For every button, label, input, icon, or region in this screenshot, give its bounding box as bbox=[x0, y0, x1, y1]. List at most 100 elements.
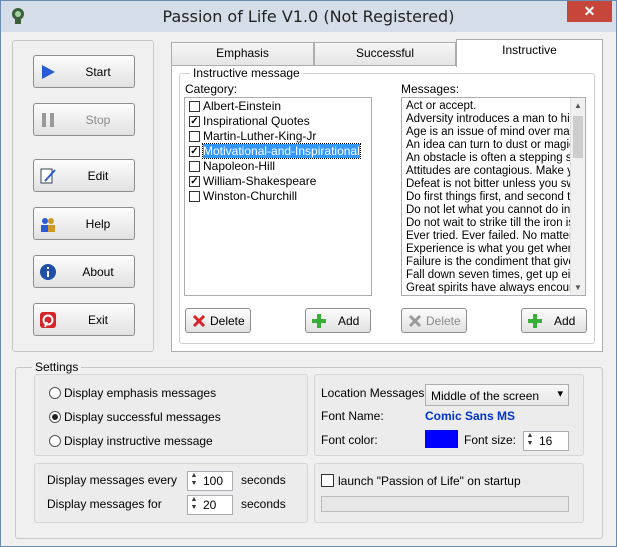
message-item[interactable]: Do not wait to strike till the iron is h bbox=[402, 217, 570, 230]
start-button[interactable]: Start bbox=[33, 55, 135, 88]
category-checkbox[interactable]: ✓ bbox=[189, 116, 200, 127]
scroll-up-icon[interactable]: ▲ bbox=[574, 101, 582, 110]
scroll-down-icon[interactable]: ▼ bbox=[574, 283, 582, 292]
delete-icon bbox=[408, 314, 422, 328]
location-label: Location Messages: bbox=[321, 386, 428, 400]
category-item[interactable]: Napoleon-Hill bbox=[185, 159, 371, 174]
message-item[interactable]: Age is an issue of mind over matte bbox=[402, 126, 570, 139]
about-label: About bbox=[82, 265, 114, 279]
edit-label: Edit bbox=[87, 169, 109, 183]
progress-bar bbox=[321, 496, 569, 512]
help-button[interactable]: Help bbox=[33, 207, 135, 240]
startup-checkbox[interactable] bbox=[321, 474, 334, 487]
messages-list[interactable]: Act or accept. Adversity introduces a ma… bbox=[401, 97, 586, 296]
location-select[interactable]: Middle of the screen ▾ bbox=[425, 384, 569, 406]
radio-emphasis-label: Display emphasis messages bbox=[64, 386, 217, 400]
category-item[interactable]: Martin-Luther-King-Jr bbox=[185, 129, 371, 144]
startup-group bbox=[314, 463, 584, 523]
radio-successful[interactable] bbox=[49, 411, 61, 423]
exit-label: Exit bbox=[87, 313, 108, 327]
category-add-button[interactable]: Add bbox=[305, 308, 371, 333]
start-label: Start bbox=[85, 65, 111, 79]
instructive-tab-page: Instructive message Category: Messages: … bbox=[171, 65, 603, 352]
category-delete-label: Delete bbox=[210, 314, 245, 328]
stop-label: Stop bbox=[85, 113, 111, 127]
exit-button[interactable]: Exit bbox=[33, 303, 135, 336]
tab-successful[interactable]: Successful bbox=[314, 42, 456, 65]
category-checkbox[interactable] bbox=[189, 191, 200, 202]
tab-instructive[interactable]: Instructive bbox=[456, 39, 603, 67]
instructive-group-title: Instructive message bbox=[190, 66, 303, 80]
about-button[interactable]: About bbox=[33, 255, 135, 288]
message-item[interactable]: Great spirits have always encounte bbox=[402, 282, 570, 295]
font-name-label: Font Name: bbox=[321, 409, 384, 423]
category-item[interactable]: Winston-Churchill bbox=[185, 189, 371, 204]
every-stepper[interactable]: ▲ ▼ 100 bbox=[187, 471, 233, 491]
app-window: Passion of Life V1.0 (Not Registered) ✕ … bbox=[0, 0, 617, 547]
message-item[interactable]: Do first things first, and second thi bbox=[402, 191, 570, 204]
category-checkbox[interactable] bbox=[189, 161, 200, 172]
radio-instructive[interactable] bbox=[49, 435, 61, 447]
category-checkbox[interactable]: ✓ bbox=[189, 146, 200, 157]
category-item[interactable]: ✓ Inspirational Quotes bbox=[185, 114, 371, 129]
category-item[interactable]: ✓ Motivational-and-Inspirational bbox=[185, 143, 371, 159]
category-item-label: Motivational-and-Inspirational bbox=[202, 143, 361, 159]
font-color-label: Font color: bbox=[321, 433, 378, 447]
category-checkbox[interactable]: ✓ bbox=[189, 176, 200, 187]
stop-button[interactable]: Stop bbox=[33, 103, 135, 136]
font-size-stepper[interactable]: ▲ ▼ 16 bbox=[523, 431, 569, 451]
scroll-thumb[interactable] bbox=[573, 116, 583, 158]
font-color-swatch[interactable] bbox=[425, 430, 458, 448]
settings-title: Settings bbox=[32, 360, 82, 374]
radio-emphasis[interactable] bbox=[49, 387, 61, 399]
category-item[interactable]: ✓ William-Shakespeare bbox=[185, 174, 371, 189]
message-item[interactable]: An idea can turn to dust or magic, bbox=[402, 139, 570, 152]
message-item[interactable]: Ever tried. Ever failed. No matter. bbox=[402, 230, 570, 243]
category-item-label: Napoleon-Hill bbox=[203, 159, 276, 173]
category-checkbox[interactable] bbox=[189, 101, 200, 112]
edit-button[interactable]: Edit bbox=[33, 159, 135, 192]
message-item[interactable]: Fall down seven times, get up eigh bbox=[402, 269, 570, 282]
timing-group bbox=[34, 463, 308, 523]
tab-emphasis[interactable]: Emphasis bbox=[171, 42, 314, 65]
exit-icon bbox=[40, 312, 56, 328]
stepper-arrows-icon[interactable]: ▲ ▼ bbox=[524, 432, 536, 450]
message-add-button[interactable]: Add bbox=[521, 308, 587, 333]
category-list[interactable]: Albert-Einstein ✓ Inspirational Quotes Ma… bbox=[184, 97, 372, 296]
help-icon bbox=[41, 218, 55, 232]
location-select-value: Middle of the screen bbox=[431, 389, 540, 403]
message-item[interactable]: Attitudes are contagious. Make yo bbox=[402, 165, 570, 178]
every-unit: seconds bbox=[241, 473, 286, 487]
radio-instructive-label: Display instructive message bbox=[64, 434, 213, 448]
play-icon bbox=[42, 65, 55, 79]
stepper-arrows-icon[interactable]: ▲ ▼ bbox=[188, 472, 200, 490]
category-item-label: Martin-Luther-King-Jr bbox=[203, 129, 317, 143]
for-stepper[interactable]: ▲ ▼ 20 bbox=[187, 495, 233, 515]
window-title: Passion of Life V1.0 (Not Registered) bbox=[162, 7, 455, 26]
close-button[interactable]: ✕ bbox=[567, 1, 612, 22]
message-item[interactable]: Failure is the condiment that gives bbox=[402, 256, 570, 269]
message-item[interactable]: An obstacle is often a stepping sto bbox=[402, 152, 570, 165]
help-label: Help bbox=[85, 217, 111, 231]
message-item[interactable]: Experience is what you get when y bbox=[402, 243, 570, 256]
message-delete-button[interactable]: Delete bbox=[401, 308, 467, 333]
messages-scrollbar[interactable]: ▲ ▼ bbox=[570, 98, 585, 295]
message-item[interactable]: Act or accept. bbox=[402, 100, 570, 113]
title-bar: Passion of Life V1.0 (Not Registered) ✕ bbox=[1, 1, 616, 32]
message-add-label: Add bbox=[554, 314, 576, 328]
message-item[interactable]: Defeat is not bitter unless you swa bbox=[402, 178, 570, 191]
font-name-value[interactable]: Comic Sans MS bbox=[425, 409, 515, 423]
category-item-label: Albert-Einstein bbox=[203, 99, 282, 113]
pause-icon bbox=[42, 113, 54, 127]
category-item[interactable]: Albert-Einstein bbox=[185, 99, 371, 114]
radio-successful-label: Display successful messages bbox=[64, 410, 221, 424]
info-icon bbox=[40, 264, 56, 280]
message-item[interactable]: Adversity introduces a man to hims bbox=[402, 113, 570, 126]
every-value: 100 bbox=[203, 474, 224, 488]
category-checkbox[interactable] bbox=[189, 131, 200, 142]
delete-icon bbox=[192, 314, 206, 328]
stepper-arrows-icon[interactable]: ▲ ▼ bbox=[188, 496, 200, 514]
category-delete-button[interactable]: Delete bbox=[185, 308, 251, 333]
font-size-label: Font size: bbox=[464, 433, 517, 447]
message-item[interactable]: Do not let what you cannot do inte bbox=[402, 204, 570, 217]
